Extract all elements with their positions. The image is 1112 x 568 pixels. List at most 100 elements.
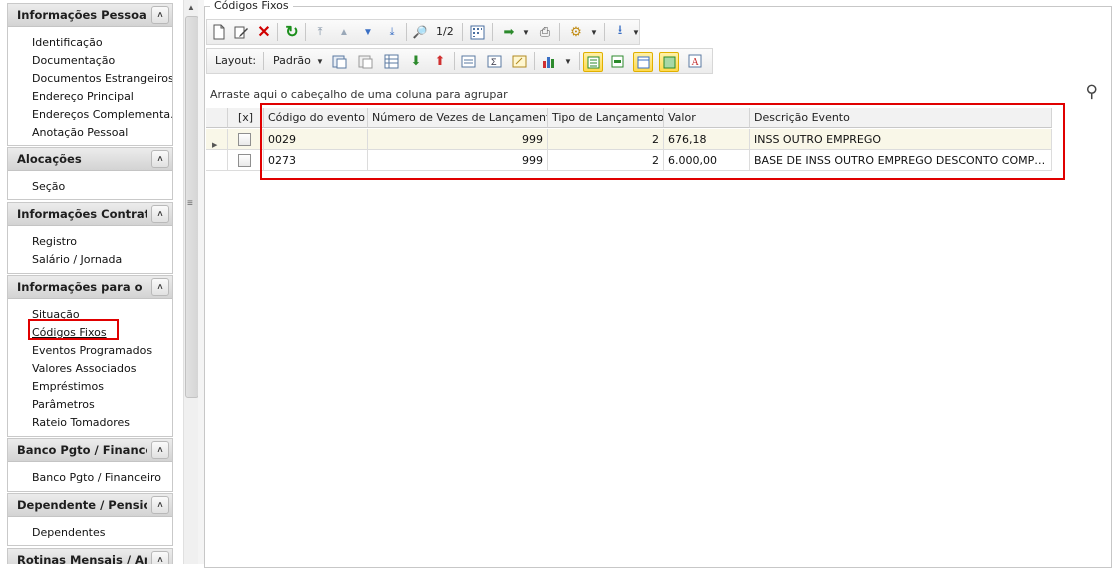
page-indicator: 1/2 [436,25,454,38]
row-indicator-header [206,108,228,128]
group-rotinas-mensais: Rotinas Mensais / Anua ˄ [7,548,173,564]
grid-view-icon[interactable] [468,23,486,41]
previous-record-icon[interactable]: ▲ [335,23,353,41]
sidebar-item-rateio-tomadores[interactable]: Rateio Tomadores [8,414,172,432]
group-title: Informações Pessoais [17,8,147,22]
collapse-icon[interactable]: ˄ [151,6,169,24]
sidebar-item-emprestimos[interactable]: Empréstimos [8,378,172,396]
format-icon[interactable] [510,52,528,70]
sidebar-item-documentos-estrangeiros[interactable]: Documentos Estrangeiros [8,70,172,88]
search-icon[interactable]: ⚲ [1086,82,1098,102]
group-informacoes-pessoais: Informações Pessoais ˄ Identificação Doc… [7,3,173,146]
group-informacoes-contratuais: Informações Contratua ˄ Registro Salário… [7,202,173,274]
collapse-icon[interactable]: ˄ [151,205,169,223]
export-dropdown-icon[interactable]: ▼ [517,23,535,41]
delete-icon[interactable]: ✕ [255,23,273,41]
sidebar-item-endereco-principal[interactable]: Endereço Principal [8,88,172,106]
view-mode-4-icon[interactable] [659,52,679,72]
group-header[interactable]: Banco Pgto / Financeiro ˄ [8,439,172,462]
view-mode-1-icon[interactable] [583,52,603,72]
group-header[interactable]: Alocações ˄ [8,148,172,171]
group-title: Informações Contratua [17,207,147,221]
svg-text:Σ: Σ [491,57,497,67]
last-record-icon[interactable]: ⤓ [383,23,401,41]
group-title: Alocações [17,152,82,166]
layout-saveas-icon[interactable] [356,52,374,70]
row-checkbox-cell [228,150,264,171]
sidebar-item-documentacao[interactable]: Documentação [8,52,172,70]
group-header[interactable]: Informações Contratua ˄ [8,203,172,226]
export-icon[interactable]: ➡ [500,23,518,41]
group-banco-pgto: Banco Pgto / Financeiro ˄ Banco Pgto / F… [7,438,173,492]
import-layout-icon[interactable]: ⬇ [407,52,425,70]
main-panel: Códigos Fixos ✕ ↻ ⤒ ▲ ▼ ⤓ 🔎 1/2 ➡ ▼ ⎙ ⚙ … [204,0,1112,568]
group-header[interactable]: Informações para o Cál ˄ [8,276,172,299]
layout-toolbar: Layout: Padrão ▼ ⬇ ⬆ Σ ▼ A [206,48,713,74]
sidebar-item-valores-associados[interactable]: Valores Associados [8,360,172,378]
splitter-grip-icon[interactable]: ≡ [187,198,193,209]
row-indicator [206,150,228,171]
sidebar-item-dependentes[interactable]: Dependentes [8,524,172,542]
current-row-icon: ▶ [212,141,218,149]
find-icon[interactable]: 🔎 [411,23,429,41]
export-layout-icon[interactable]: ⬆ [431,52,449,70]
group-header[interactable]: Dependente / Pensionis ˄ [8,494,172,517]
sidebar-item-eventos-programados[interactable]: Eventos Programados [8,342,172,360]
tools-dropdown-icon[interactable]: ▼ [585,23,603,41]
sidebar-item-secao[interactable]: Seção [8,178,172,196]
sidebar-item-banco-pgto[interactable]: Banco Pgto / Financeiro [8,469,172,487]
group-by-panel[interactable]: Arraste aqui o cabeçalho de uma coluna p… [206,78,1106,102]
svg-text:A: A [692,57,700,68]
layout-save-icon[interactable] [330,52,348,70]
sum-icon[interactable]: Σ [485,52,503,70]
collapse-icon[interactable]: ˄ [151,150,169,168]
sidebar-item-anotacao-pessoal[interactable]: Anotação Pessoal [8,124,172,142]
group-header[interactable]: Rotinas Mensais / Anua ˄ [8,549,172,564]
view-mode-3-icon[interactable] [633,52,653,72]
grid-highlight-box [260,103,1065,180]
next-record-icon[interactable]: ▼ [359,23,377,41]
refresh-icon[interactable]: ↻ [283,23,301,41]
chart-dropdown-icon[interactable]: ▼ [559,52,577,70]
view-mode-2-icon[interactable] [608,52,626,70]
row-indicator: ▶ [206,129,228,150]
sidebar: Informações Pessoais ˄ Identificação Doc… [0,0,180,564]
collapse-icon[interactable]: ˄ [151,278,169,296]
group-dependente: Dependente / Pensionis ˄ Dependentes [7,493,173,546]
sort-dropdown-icon[interactable]: ▼ [627,23,645,41]
filter-row-icon[interactable] [459,52,477,70]
sidebar-item-parametros[interactable]: Parâmetros [8,396,172,414]
print-icon[interactable]: ⎙ [536,23,554,41]
font-icon[interactable]: A [686,52,704,70]
group-header[interactable]: Informações Pessoais ˄ [8,4,172,27]
scroll-up-icon[interactable]: ▲ [187,3,195,12]
layout-select[interactable]: Padrão [273,54,311,67]
row-checkbox[interactable] [238,133,251,146]
sidebar-item-registro[interactable]: Registro [8,233,172,251]
collapse-icon[interactable]: ˄ [151,551,169,564]
group-title: Dependente / Pensionis [17,498,147,512]
chart-icon[interactable] [541,52,559,70]
main-toolbar: ✕ ↻ ⤒ ▲ ▼ ⤓ 🔎 1/2 ➡ ▼ ⎙ ⚙ ▼ ⭳ ▼ [206,19,640,45]
group-title: Rotinas Mensais / Anua [17,553,147,564]
sidebar-item-identificacao[interactable]: Identificação [8,34,172,52]
layout-dropdown-icon[interactable]: ▼ [311,52,329,70]
sidebar-item-enderecos-complementares[interactable]: Endereços Complementa... [8,106,172,124]
sidebar-scrollbar[interactable]: ▲ [183,0,199,564]
collapse-icon[interactable]: ˄ [151,441,169,459]
row-checkbox-cell [228,129,264,150]
group-alocacoes: Alocações ˄ Seção [7,147,173,200]
tools-icon[interactable]: ⚙ [567,23,585,41]
first-record-icon[interactable]: ⤒ [311,23,329,41]
active-item-highlight [28,319,119,340]
panel-title: Códigos Fixos [210,0,293,12]
group-by-hint: Arraste aqui o cabeçalho de uma coluna p… [210,88,508,101]
row-checkbox[interactable] [238,154,251,167]
columns-icon[interactable] [382,52,400,70]
edit-icon[interactable] [232,23,250,41]
new-icon[interactable] [210,23,228,41]
group-title: Banco Pgto / Financeiro [17,443,147,457]
select-all-header[interactable]: [x] [228,108,264,128]
collapse-icon[interactable]: ˄ [151,496,169,514]
sidebar-item-salario-jornada[interactable]: Salário / Jornada [8,251,172,269]
